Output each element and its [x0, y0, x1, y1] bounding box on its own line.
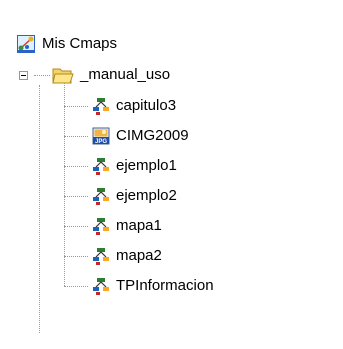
tree-item-cimg2009[interactable]: JPG CIMG2009 — [92, 123, 189, 149]
tree-item-ejemplo2[interactable]: ejemplo2 — [92, 183, 177, 209]
tree-guide-line — [39, 85, 40, 333]
tree-guide-line — [64, 136, 88, 137]
folder-open-icon — [52, 65, 74, 85]
tree-root-label: Mis Cmaps — [42, 35, 118, 52]
cmap-icon — [92, 247, 110, 265]
tree-guide-line — [64, 83, 65, 286]
tree-item-label: mapa1 — [116, 217, 162, 234]
tree-guide-line — [64, 256, 88, 257]
tree-folder-label: _manual_uso — [80, 66, 171, 83]
tree-guide-line — [64, 166, 88, 167]
cmap-icon — [92, 187, 110, 205]
tree-guide-line — [34, 75, 50, 76]
collapse-toggle[interactable] — [19, 71, 28, 80]
tree-item-label: CIMG2009 — [116, 127, 189, 144]
svg-text:JPG: JPG — [95, 139, 107, 145]
cmap-icon — [92, 97, 110, 115]
tree-guide-line — [64, 196, 88, 197]
tree-root-item[interactable]: Mis Cmaps — [16, 31, 117, 57]
tree-item-label: ejemplo1 — [116, 157, 177, 174]
tree-folder-item[interactable]: _manual_uso — [52, 62, 170, 88]
tree-item-ejemplo1[interactable]: ejemplo1 — [92, 153, 177, 179]
tree-item-mapa2[interactable]: mapa2 — [92, 243, 162, 269]
tree-item-label: mapa2 — [116, 247, 162, 264]
tree-item-mapa1[interactable]: mapa1 — [92, 213, 162, 239]
tree-item-capitulo3[interactable]: capitulo3 — [92, 93, 176, 119]
cmap-icon — [92, 157, 110, 175]
tree-item-label: TPInformacion — [116, 277, 214, 294]
tree-guide-line — [64, 286, 88, 287]
tree-guide-line — [64, 226, 88, 227]
tree-item-tpinformacion[interactable]: TPInformacion — [92, 273, 214, 299]
cmap-icon — [92, 217, 110, 235]
cmap-icon — [92, 277, 110, 295]
cmap-root-icon — [16, 34, 36, 54]
tree-item-label: capitulo3 — [116, 97, 177, 114]
jpg-image-icon: JPG — [92, 127, 110, 145]
tree-guide-line — [64, 106, 88, 107]
tree-item-label: ejemplo2 — [116, 187, 177, 204]
